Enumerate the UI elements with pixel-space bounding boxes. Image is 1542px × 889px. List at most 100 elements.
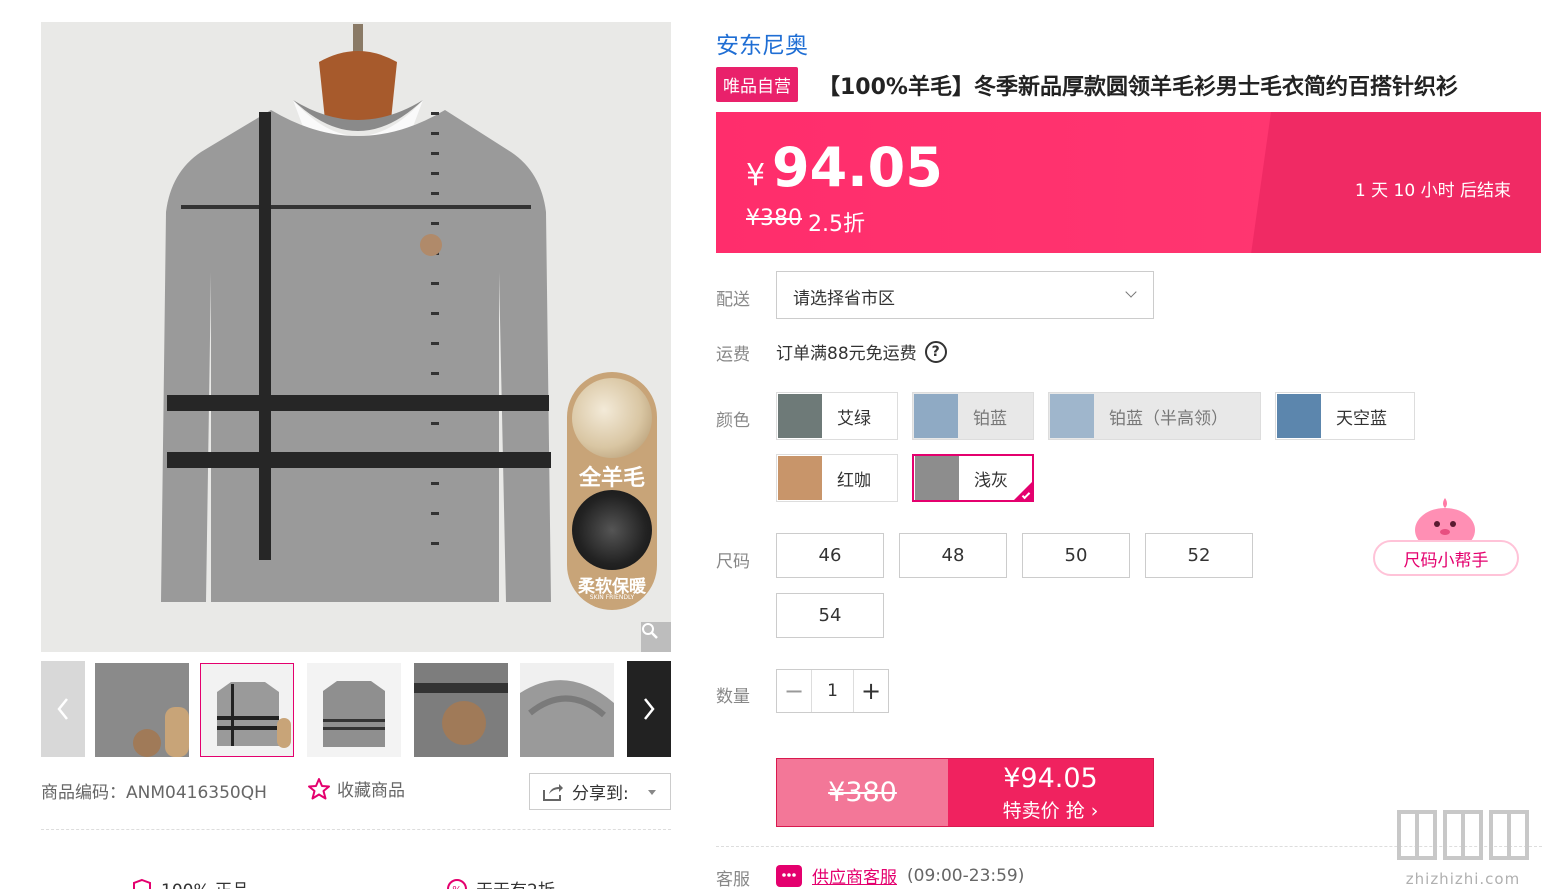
shipping-info: 订单满88元免运费 ? <box>776 339 947 364</box>
delivery-label: 配送 <box>716 290 750 310</box>
thumbnail-5[interactable] <box>520 663 614 757</box>
thumbnail-strip <box>41 661 671 757</box>
shield-icon <box>133 878 151 889</box>
color-option-aigreen[interactable]: 艾绿 <box>776 392 898 440</box>
region-select-value: 请选择省市区 <box>793 289 895 309</box>
size-option-50[interactable]: 50 <box>1022 533 1130 578</box>
increase-button[interactable]: + <box>854 670 888 712</box>
original-price: ¥380 <box>746 206 802 231</box>
color-name: 浅灰 <box>974 470 1008 491</box>
chevron-left-icon <box>57 698 68 720</box>
region-select[interactable]: 请选择省市区 <box>776 271 1154 319</box>
size-option-52[interactable]: 52 <box>1145 533 1253 578</box>
buy-original-price: ¥380 <box>777 759 948 826</box>
thumb-next-button[interactable] <box>627 661 671 757</box>
chevron-right-icon <box>644 698 655 720</box>
share-button[interactable]: 分享到: <box>529 773 671 810</box>
favorite-button[interactable]: 收藏商品 <box>307 776 405 801</box>
watermark-logo <box>1397 810 1529 860</box>
quantity-value[interactable]: 1 <box>811 670 854 712</box>
color-name: 铂蓝（半高领） <box>1109 408 1228 429</box>
badge-top-text: 全羊毛 <box>578 466 645 491</box>
title-row: 唯品自营 【100%羊毛】冬季新品厚款圆领羊毛衫男士毛衣简约百搭针织衫 <box>716 67 1458 102</box>
color-option-platinum-blue-halfneck[interactable]: 铂蓝（半高领） <box>1048 392 1261 440</box>
buy-action-text: 特卖价 抢 › <box>1002 799 1099 822</box>
color-swatch <box>778 456 822 500</box>
product-title: 【100%羊毛】冬季新品厚款圆领羊毛衫男士毛衣简约百搭针织衫 <box>818 74 1458 100</box>
self-operated-badge: 唯品自营 <box>716 67 798 102</box>
size-option-48[interactable]: 48 <box>899 533 1007 578</box>
thumbnail-4[interactable] <box>414 663 508 757</box>
watermark: zhizhizhi.com <box>1393 808 1533 888</box>
caret-down-icon <box>648 790 656 795</box>
color-option-light-grey[interactable]: 浅灰 <box>912 454 1034 502</box>
zoom-button[interactable] <box>641 622 671 652</box>
star-icon <box>308 777 330 799</box>
promise-authentic: 100% 正品 <box>131 876 249 889</box>
thumb-back-view <box>307 663 401 757</box>
shipping-label: 运费 <box>716 345 750 365</box>
buy-now-button[interactable]: ¥380 ¥94.05 特卖价 抢 › <box>776 758 1154 827</box>
quantity-stepper: − 1 + <box>776 669 889 713</box>
sheep-image <box>572 378 652 458</box>
supplier-service-link[interactable]: 供应商客服 <box>812 863 897 888</box>
service-hours: (09:00-23:59) <box>907 865 1025 886</box>
knit-texture-image <box>572 490 652 570</box>
thumb-knit-closeup <box>95 663 189 757</box>
color-option-red-brown[interactable]: 红咖 <box>776 454 898 502</box>
buy-sale-price: ¥94.05 <box>1003 762 1098 794</box>
main-product-image[interactable]: 全羊毛 柔软保暖 SKIN FRIENDLY <box>41 22 671 652</box>
watermark-domain: zhizhizhi.com <box>1405 870 1521 888</box>
current-price: 94.05 <box>772 136 943 199</box>
color-option-platinum-blue[interactable]: 铂蓝 <box>912 392 1034 440</box>
chevron-down-icon <box>1125 286 1137 298</box>
promise-discount-text: 天天有2折 <box>476 876 555 889</box>
thumbnail-2[interactable] <box>200 663 294 757</box>
favorite-label: 收藏商品 <box>337 781 405 801</box>
share-icon <box>543 783 563 801</box>
color-name: 铂蓝 <box>973 408 1007 429</box>
size-label: 尺码 <box>716 552 750 572</box>
color-swatch <box>1277 394 1321 438</box>
color-swatch <box>915 456 959 500</box>
sale-countdown: 1 天 10 小时 后结束 <box>1354 181 1511 201</box>
mascot-icon <box>1415 498 1475 546</box>
promise-authentic-text: 100% 正品 <box>161 876 249 889</box>
wool-badge: 全羊毛 柔软保暖 SKIN FRIENDLY <box>567 372 657 610</box>
brand-link[interactable]: 安东尼奥 <box>716 26 808 60</box>
size-helper[interactable]: 尺码小帮手 <box>1373 496 1519 578</box>
color-label: 颜色 <box>716 411 750 431</box>
price-panel: ¥ 94.05 ¥380 2.5折 1 天 10 小时 后结束 <box>716 112 1541 253</box>
color-name: 艾绿 <box>837 408 871 429</box>
currency-symbol: ¥ <box>746 158 766 193</box>
thumbnail-1[interactable] <box>95 663 189 757</box>
decrease-button[interactable]: − <box>777 670 811 712</box>
color-name: 红咖 <box>837 470 871 491</box>
color-option-sky-blue[interactable]: 天空蓝 <box>1275 392 1415 440</box>
customer-service: 供应商客服 (09:00-23:59) <box>776 863 1024 888</box>
size-helper-label: 尺码小帮手 <box>1373 540 1519 576</box>
magnifier-icon <box>642 623 658 639</box>
shipping-text: 订单满88元免运费 <box>776 344 917 364</box>
sku-value: ANM0416350QH <box>126 783 267 803</box>
size-option-46[interactable]: 46 <box>776 533 884 578</box>
promise-discount: % 天天有2折 <box>446 876 555 889</box>
svg-text:%: % <box>452 885 462 889</box>
discount-rate: 2.5折 <box>808 212 865 237</box>
share-label: 分享到: <box>572 784 629 804</box>
thumb-emblem-closeup <box>414 663 508 757</box>
thumb-collar-closeup <box>520 663 614 757</box>
thumbnail-3[interactable] <box>307 663 401 757</box>
left-divider <box>41 829 671 830</box>
color-swatch <box>1050 394 1094 438</box>
sku-code: 商品编码：ANM0416350QH <box>41 778 267 803</box>
size-option-54[interactable]: 54 <box>776 593 884 638</box>
help-icon[interactable]: ? <box>924 340 947 363</box>
service-label: 客服 <box>716 870 750 889</box>
color-swatch <box>914 394 958 438</box>
buy-sale-section: ¥94.05 特卖价 抢 › <box>948 759 1153 826</box>
quantity-label: 数量 <box>716 687 750 707</box>
color-name: 天空蓝 <box>1336 408 1387 429</box>
discount-icon: % <box>447 878 467 889</box>
thumb-prev-button[interactable] <box>41 661 85 757</box>
